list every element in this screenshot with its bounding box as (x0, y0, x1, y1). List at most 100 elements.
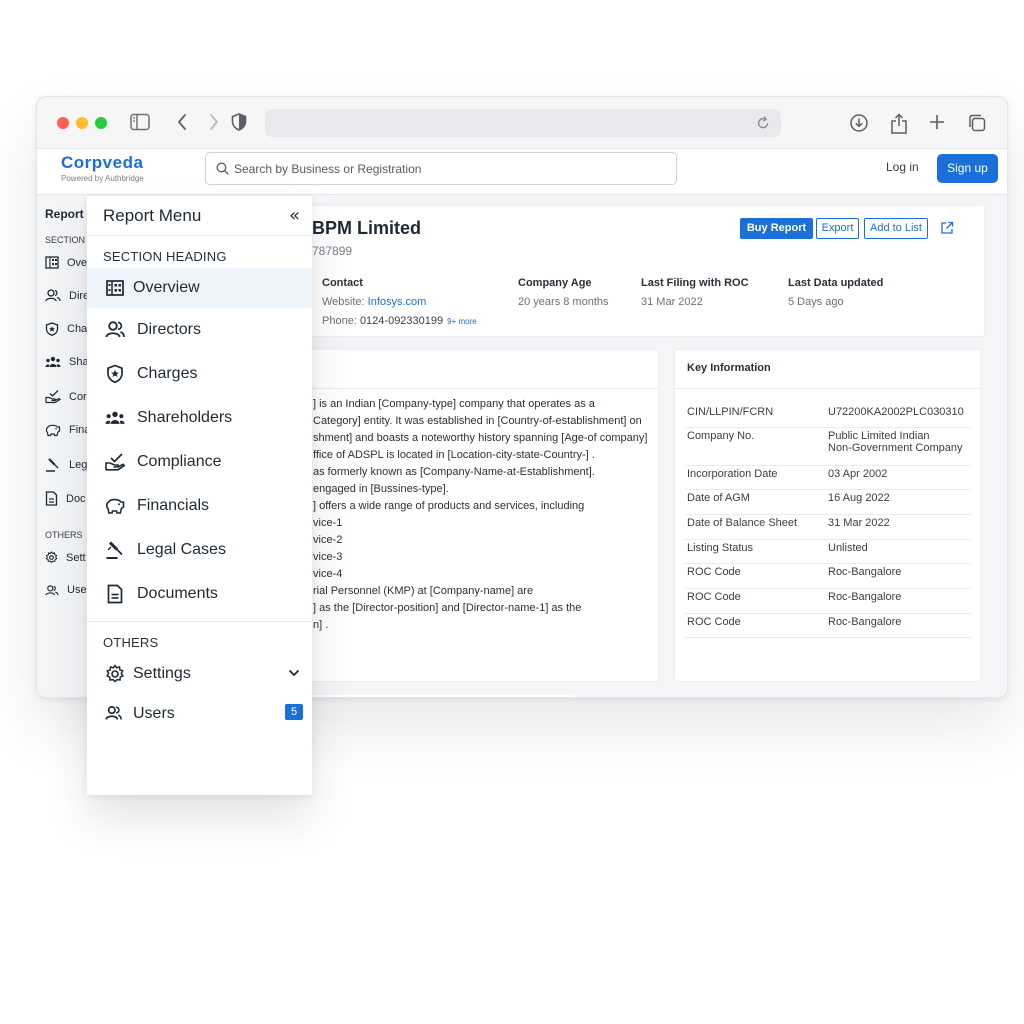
shield-star-icon (107, 364, 123, 384)
hand-check-icon (45, 390, 61, 404)
about-text-line: ffice of ADSPL is located in [Location-c… (313, 449, 595, 461)
menu-item-settings[interactable]: Settings (87, 654, 312, 694)
tabs-overview-icon[interactable] (965, 111, 989, 135)
menu-item-users[interactable]: Users 5 (87, 694, 312, 734)
phone-label: Phone: (322, 315, 357, 327)
about-text-line: rial Personnel (KMP) at [Company-name] a… (313, 585, 534, 597)
about-text-line: ] offers a wide range of products and se… (313, 500, 585, 512)
search-box (205, 152, 677, 185)
key-info-row: Incorporation Date 03 Apr 2002 (685, 468, 971, 490)
back-icon[interactable] (170, 111, 194, 135)
about-text-line: engaged in [Bussines-type]. (313, 483, 449, 495)
key-info-value: Unlisted (828, 542, 868, 554)
sidebar-item-users[interactable]: Use (45, 584, 87, 596)
browser-toolbar (37, 97, 1007, 149)
download-icon[interactable] (847, 111, 871, 135)
forward-icon[interactable] (202, 111, 226, 135)
key-info-row: ROC Code Roc-Bangalore (685, 566, 971, 589)
buy-report-button[interactable]: Buy Report (740, 218, 813, 239)
key-info-value: 16 Aug 2022 (828, 492, 890, 504)
users-icon (105, 321, 125, 338)
menu-item-label: Overview (133, 279, 200, 296)
new-tab-icon[interactable] (925, 111, 949, 135)
menu-item-overview[interactable]: Overview (87, 268, 312, 308)
phone-more-link[interactable]: 9+ more (447, 317, 477, 326)
website-link[interactable]: Infosys.com (368, 296, 427, 308)
key-info-label: Company No. (687, 430, 755, 442)
sidebar-item-label: Leg (69, 458, 88, 471)
sidebar-item-settings[interactable]: Sett (45, 551, 86, 564)
key-info-label: Listing Status (687, 542, 754, 554)
menu-item-label: Compliance (137, 453, 222, 470)
search-input[interactable] (234, 159, 664, 179)
chevron-down-icon[interactable] (288, 666, 300, 680)
close-window-button[interactable] (57, 117, 69, 129)
about-text-line: vice-4 (313, 568, 343, 580)
sidebar-item-legal-cases[interactable]: Leg (45, 457, 87, 472)
external-share-icon[interactable] (940, 221, 954, 235)
export-button[interactable]: Export (816, 218, 859, 239)
sidebar-item-financials[interactable]: Fina (45, 423, 87, 437)
corpveda-logo[interactable]: Corpveda Powered by Authbridge (61, 153, 144, 183)
minimize-window-button[interactable] (76, 117, 88, 129)
sidebar-item-shareholders[interactable]: Sha (45, 356, 87, 368)
menu-item-shareholders[interactable]: Shareholders (87, 398, 312, 438)
sidebar-item-compliance[interactable]: Cor (45, 389, 87, 404)
menu-item-financials[interactable]: Financials (87, 486, 312, 526)
sidebar-title: Report (45, 207, 84, 221)
piggy-bank-icon (45, 424, 61, 437)
menu-item-label: Shareholders (137, 409, 233, 426)
collapse-menu-icon[interactable]: « (289, 205, 300, 226)
sidebar-item-charges[interactable]: Cha (45, 322, 87, 336)
key-info-row: ROC Code Roc-Bangalore (685, 591, 971, 614)
phone-number: 0124-092330199 (359, 315, 444, 327)
company-age-value: 20 years 8 months (518, 296, 609, 308)
menu-item-documents[interactable]: Documents (87, 574, 312, 614)
about-text-line: Category] entity. It was established in … (313, 415, 642, 427)
login-link[interactable]: Log in (886, 160, 919, 174)
key-info-row: Listing Status Unlisted (685, 542, 971, 564)
signup-button[interactable]: Sign up (937, 154, 998, 183)
sidebar-item-label: Cor (69, 390, 87, 403)
about-text-line: vice-1 (313, 517, 343, 529)
key-info-value: Roc-Bangalore (828, 616, 902, 628)
maximize-window-button[interactable] (95, 117, 107, 129)
menu-item-compliance[interactable]: Compliance (87, 442, 312, 482)
users-icon (45, 289, 61, 302)
users-icon (105, 706, 122, 720)
share-icon[interactable] (887, 111, 911, 135)
menu-item-charges[interactable]: Charges (87, 354, 312, 394)
users-icon (45, 584, 59, 595)
menu-item-label: Directors (137, 321, 202, 338)
add-to-list-button[interactable]: Add to List (864, 218, 928, 239)
key-info-row: CIN/LLPIN/FCRN U72200KA2002PLC030310 (685, 406, 971, 428)
key-info-row: ROC Code Roc-Bangalore (685, 616, 971, 638)
group-icon (105, 411, 125, 424)
privacy-shield-icon[interactable] (227, 111, 251, 135)
about-text-line: vice-2 (313, 534, 343, 546)
reload-icon[interactable] (755, 115, 771, 131)
key-info-value: Roc-Bangalore (828, 566, 902, 578)
sidebar-toggle-icon[interactable] (128, 111, 152, 135)
piggy-bank-icon (105, 498, 125, 514)
shield-star-icon (45, 322, 59, 336)
sidebar-item-directors[interactable]: Dire (45, 289, 87, 302)
last-filing-label: Last Filing with ROC (641, 277, 749, 289)
group-icon (45, 356, 61, 367)
about-card-divider (274, 388, 658, 389)
menu-item-legal-cases[interactable]: Legal Cases (87, 530, 312, 570)
about-text-line: ] as the [Director-position] and [Direct… (313, 602, 582, 614)
sidebar-item-label: Sett (66, 551, 86, 564)
sidebar-section-label: SECTION (45, 235, 86, 245)
menu-item-label: Charges (137, 365, 198, 382)
sidebar-item-documents[interactable]: Doc (45, 491, 86, 506)
menu-item-directors[interactable]: Directors (87, 310, 312, 350)
sidebar-item-label: Doc (66, 492, 86, 505)
about-text-line: vice-3 (313, 551, 343, 563)
key-info-value: 31 Mar 2022 (828, 517, 890, 529)
sidebar-item-overview[interactable]: Ove (45, 256, 87, 269)
company-age-label: Company Age (518, 277, 592, 289)
building-icon (45, 256, 59, 269)
key-info-label: CIN/LLPIN/FCRN (687, 406, 774, 418)
address-bar[interactable] (265, 109, 781, 137)
